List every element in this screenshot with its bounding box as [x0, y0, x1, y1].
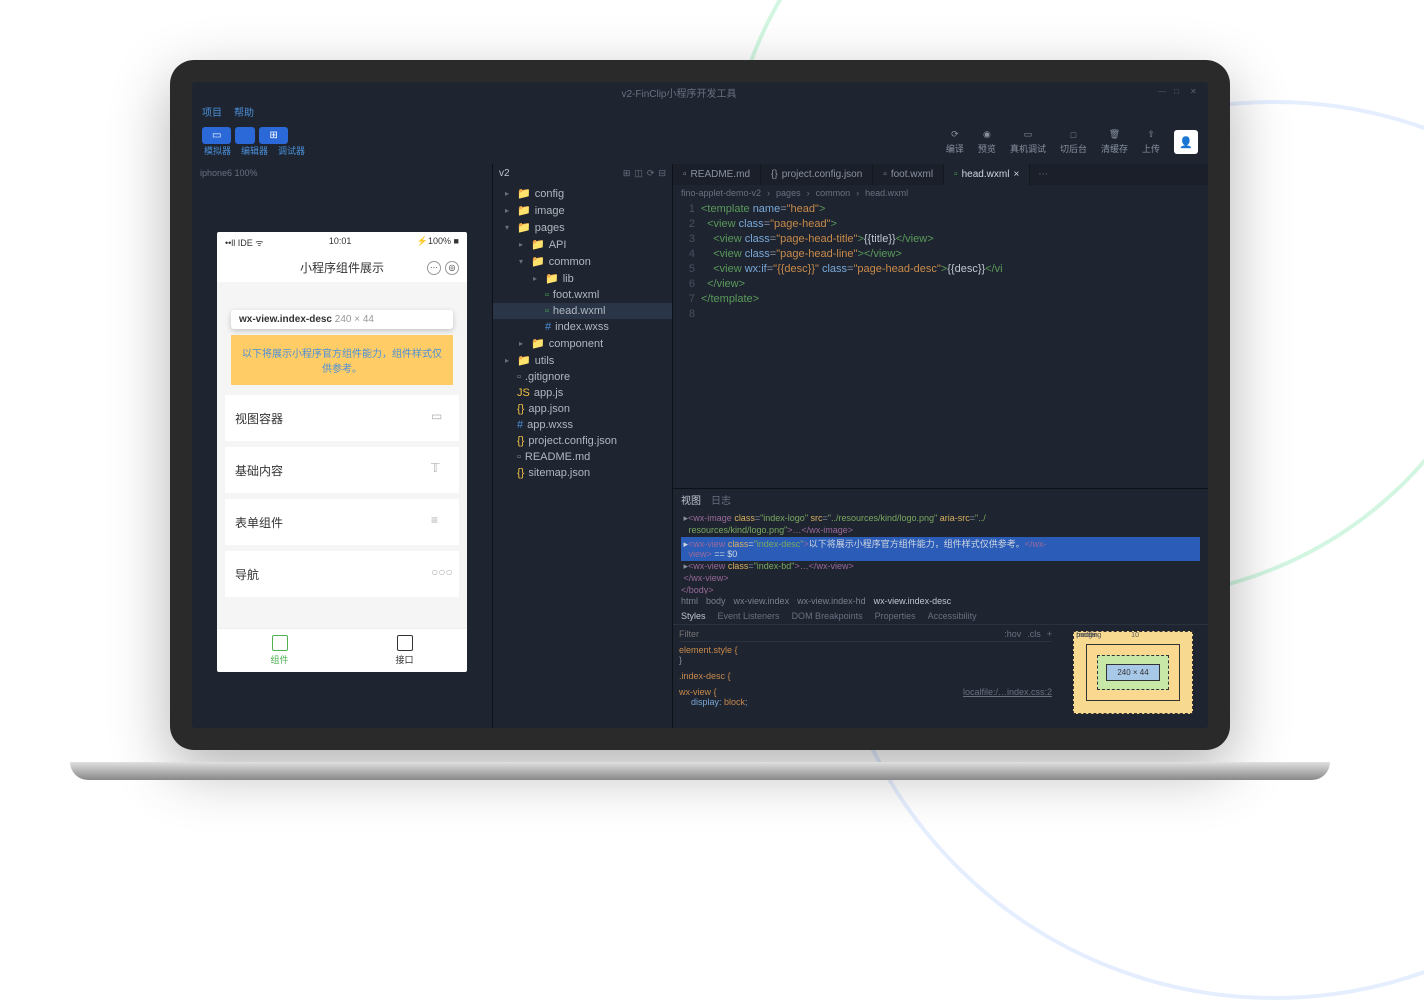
hov-toggle[interactable]: :hov — [1004, 629, 1021, 639]
inspect-tooltip: wx-view.index-desc 240 × 44 — [231, 310, 453, 329]
dom-crumb[interactable]: wx-view.index-desc — [874, 596, 952, 606]
tool-切后台[interactable]: □切后台 — [1060, 130, 1087, 155]
window-title: v2-FinClip小程序开发工具 — [200, 85, 1158, 100]
maximize-icon[interactable]: □ — [1174, 87, 1184, 97]
editor-panel: ▫README.md{}project.config.json▫foot.wxm… — [672, 164, 1208, 728]
tool-编译[interactable]: ⟳编译 — [946, 129, 964, 155]
tree-item[interactable]: ▸📁utils — [493, 352, 672, 369]
tabs-more-icon[interactable]: ⋯ — [1030, 164, 1056, 185]
dom-crumb[interactable]: wx-view.index-hd — [797, 596, 866, 606]
refresh-icon[interactable]: ⟳ — [647, 168, 655, 179]
style-tab[interactable]: Accessibility — [928, 611, 977, 621]
dom-crumb[interactable]: html — [681, 596, 698, 606]
minimize-icon[interactable]: — — [1158, 87, 1168, 97]
dom-crumb[interactable]: body — [706, 596, 726, 606]
pill-1[interactable] — [235, 127, 255, 144]
style-tab[interactable]: Styles — [681, 611, 706, 621]
collapse-icon[interactable]: ⊟ — [658, 168, 666, 179]
tool-清缓存[interactable]: 🗑清缓存 — [1101, 129, 1128, 155]
tree-item[interactable]: #app.wxss — [493, 417, 672, 433]
cls-toggle[interactable]: .cls — [1027, 629, 1041, 639]
tab-close-icon[interactable]: × — [1013, 169, 1019, 180]
menu-project[interactable]: 项目 — [202, 104, 222, 119]
battery-text: ⚡100% ■ — [417, 236, 459, 249]
toolbar: ▭ ⊞ 模拟器编辑器调试器 ⟳编译 ◉预览 ▭真机调试 □切后台 🗑清缓存 ⇧上传 👤 — [192, 120, 1208, 164]
tree-item[interactable]: ▫README.md — [493, 449, 672, 465]
devtools-panel: 视图日志 ▸<wx-image class="index-logo" src="… — [673, 488, 1208, 728]
editor-tab[interactable]: {}project.config.json — [761, 164, 873, 185]
tree-item[interactable]: ▸📁image — [493, 202, 672, 219]
close-icon[interactable]: ✕ — [1190, 87, 1200, 97]
file-explorer: v2 ⊞ ◫ ⟳ ⊟ ▸📁config▸📁image▾📁pages▸📁API▾📁… — [492, 164, 672, 728]
devtools-tab[interactable]: 日志 — [711, 492, 731, 507]
style-tab[interactable]: Properties — [875, 611, 916, 621]
tree-item[interactable]: ▸📁lib — [493, 270, 672, 287]
simulator-panel: iphone6 100% ••ll IDE ᯤ 10:01 ⚡100% ■ 小程… — [192, 164, 492, 728]
tree-item[interactable]: ▾📁pages — [493, 219, 672, 236]
box-model: margin10 border padding 240 × 44 — [1058, 625, 1208, 728]
tool-上传[interactable]: ⇧上传 — [1142, 129, 1160, 155]
phone-tab-接口[interactable]: 接口 — [342, 629, 467, 672]
more-icon[interactable]: ··· — [427, 261, 441, 275]
tool-真机调试[interactable]: ▭真机调试 — [1010, 129, 1046, 155]
list-item[interactable]: 表单组件≡ — [225, 499, 459, 545]
tree-item[interactable]: ▸📁config — [493, 185, 672, 202]
pill-2[interactable]: ⊞ — [259, 127, 287, 144]
tree-item[interactable]: #index.wxss — [493, 319, 672, 335]
code-editor[interactable]: <template name="head"> <view class="page… — [701, 201, 1208, 488]
highlighted-element[interactable]: 以下将展示小程序官方组件能力，组件样式仅供参考。 — [231, 335, 453, 385]
app-title: 小程序组件展示 — [300, 259, 384, 276]
tree-item[interactable]: ▫foot.wxml — [493, 287, 672, 303]
editor-tab[interactable]: ▫README.md — [673, 164, 761, 185]
tree-item[interactable]: ▾📁common — [493, 253, 672, 270]
list-item[interactable]: 导航○○○ — [225, 551, 459, 597]
project-root[interactable]: v2 — [499, 168, 510, 179]
phone-preview: ••ll IDE ᯤ 10:01 ⚡100% ■ 小程序组件展示 ··· ◎ w… — [217, 232, 467, 672]
ide-window: v2-FinClip小程序开发工具 — □ ✕ 项目 帮助 ▭ ⊞ 模拟器编辑器调… — [192, 82, 1208, 728]
dom-path: html body wx-view.index wx-view.index-hd wx-… — [673, 594, 1208, 608]
tree-item[interactable]: {}app.json — [493, 401, 672, 417]
devtools-tab[interactable]: 视图 — [681, 492, 701, 507]
list-item[interactable]: 视图容器▭ — [225, 395, 459, 441]
laptop-mockup: v2-FinClip小程序开发工具 — □ ✕ 项目 帮助 ▭ ⊞ 模拟器编辑器调… — [170, 60, 1230, 780]
editor-tab[interactable]: ▫foot.wxml — [873, 164, 944, 185]
style-filter-input[interactable] — [679, 629, 998, 639]
dom-crumb[interactable]: wx-view.index — [734, 596, 790, 606]
tree-item[interactable]: {}sitemap.json — [493, 465, 672, 481]
style-tab[interactable]: DOM Breakpoints — [792, 611, 863, 621]
phone-tab-组件[interactable]: 组件 — [217, 629, 342, 672]
target-icon[interactable]: ◎ — [445, 261, 459, 275]
tree-item[interactable]: ▫head.wxml — [493, 303, 672, 319]
new-file-icon[interactable]: ⊞ — [623, 168, 631, 179]
device-info: iphone6 100% — [192, 164, 492, 182]
new-folder-icon[interactable]: ◫ — [634, 168, 643, 179]
tree-item[interactable]: JSapp.js — [493, 385, 672, 401]
dom-tree[interactable]: ▸<wx-image class="index-logo" src="../re… — [673, 510, 1208, 594]
titlebar: v2-FinClip小程序开发工具 — □ ✕ — [192, 82, 1208, 102]
list-item[interactable]: 基础内容𝕋 — [225, 447, 459, 493]
tree-item[interactable]: ▸📁component — [493, 335, 672, 352]
pill-label-2: 调试器 — [278, 144, 305, 157]
pill-label-1: 编辑器 — [241, 144, 268, 157]
menubar: 项目 帮助 — [192, 102, 1208, 120]
editor-tab[interactable]: ▫head.wxml × — [944, 164, 1030, 185]
menu-help[interactable]: 帮助 — [234, 104, 254, 119]
tree-item[interactable]: {}project.config.json — [493, 433, 672, 449]
breadcrumb: fino-applet-demo-v2 › pages › common › h… — [673, 185, 1208, 201]
pill-0[interactable]: ▭ — [202, 127, 231, 144]
style-tab[interactable]: Event Listeners — [718, 611, 780, 621]
add-style-icon[interactable]: + — [1047, 629, 1052, 639]
avatar[interactable]: 👤 — [1174, 130, 1198, 154]
css-rules[interactable]: element.style {}.index-desc {</span></di… — [679, 642, 1052, 710]
laptop-base — [70, 762, 1330, 780]
pill-label-0: 模拟器 — [204, 144, 231, 157]
tool-预览[interactable]: ◉预览 — [978, 129, 996, 155]
carrier-text: ••ll IDE ᯤ — [225, 236, 264, 249]
tree-item[interactable]: ▸📁API — [493, 236, 672, 253]
time-text: 10:01 — [329, 236, 352, 249]
tree-item[interactable]: ▫.gitignore — [493, 369, 672, 385]
